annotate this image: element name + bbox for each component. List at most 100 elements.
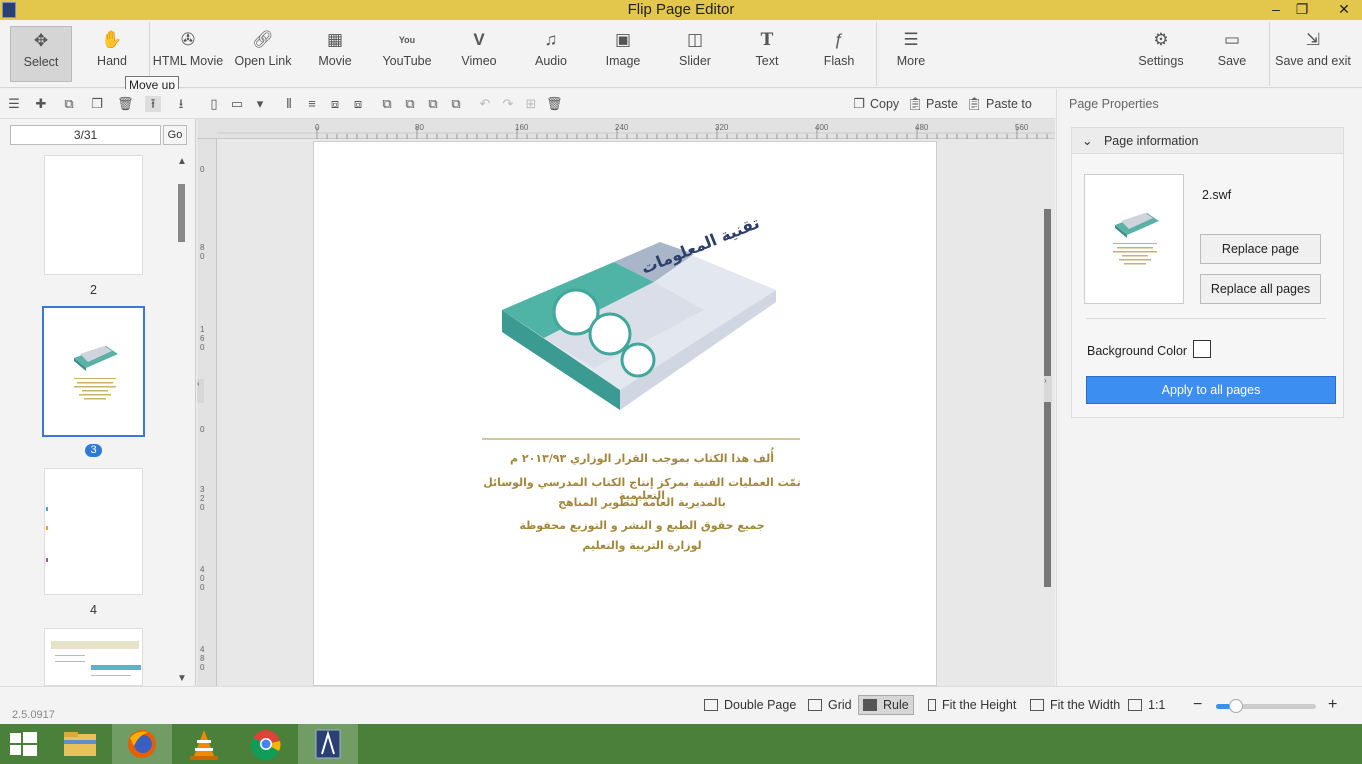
movie-button[interactable]: ▦ Movie bbox=[308, 26, 362, 82]
pages-scrollbar[interactable]: ▲ ▼ bbox=[176, 156, 187, 684]
actual-size-button[interactable]: 1:1 bbox=[1128, 698, 1165, 712]
open-link-button[interactable]: 🔗︎ Open Link bbox=[230, 26, 296, 82]
hand-tool-button[interactable]: ✋ Hand bbox=[86, 26, 138, 82]
book-cover-image[interactable]: تقنية المعلومات bbox=[314, 142, 938, 442]
save-and-exit-button[interactable]: ⇲ Save and exit bbox=[1274, 26, 1352, 82]
scroll-down-icon[interactable]: ▼ bbox=[177, 673, 187, 684]
actual-size-icon bbox=[1128, 699, 1142, 711]
zoom-in-button[interactable]: + bbox=[1328, 696, 1337, 714]
text-icon: T bbox=[760, 30, 774, 50]
copy-page-icon[interactable]: ❐ bbox=[89, 96, 105, 112]
paste-to-icon: 📋︎ bbox=[966, 96, 983, 111]
page-thumb-5[interactable] bbox=[44, 628, 143, 686]
paste-to-button[interactable]: Paste to bbox=[986, 97, 1032, 111]
image-button[interactable]: ▣ Image bbox=[598, 26, 648, 82]
page-thumb-4[interactable] bbox=[44, 468, 143, 595]
save-label: Save bbox=[1217, 54, 1247, 68]
vimeo-icon: V bbox=[473, 30, 485, 49]
page-thumb-2[interactable] bbox=[44, 155, 143, 275]
distribute-h-icon[interactable]: ⫴ bbox=[281, 96, 297, 112]
double-page-button[interactable]: Double Page bbox=[704, 698, 796, 712]
book-text-line: أُلف هذا الكتاب بموجب القرار الوزاري ٢٠١… bbox=[510, 452, 774, 465]
zoom-slider[interactable] bbox=[1216, 699, 1316, 713]
list-icon[interactable]: ☰ bbox=[6, 96, 22, 112]
collapse-right-handle[interactable]: › bbox=[1044, 376, 1052, 402]
paste-button[interactable]: Paste bbox=[926, 97, 958, 111]
section-header[interactable]: ⌄ Page information bbox=[1072, 128, 1343, 154]
go-button[interactable]: Go bbox=[163, 125, 187, 145]
align-center-icon[interactable]: ▭ bbox=[229, 96, 245, 112]
trash-icon[interactable]: 🗑︎ bbox=[546, 96, 563, 112]
youtube-button[interactable]: You YouTube bbox=[378, 26, 436, 82]
rule-button[interactable]: Rule bbox=[858, 695, 914, 715]
move-up-icon[interactable]: ⭱ bbox=[145, 96, 161, 112]
bring-front-icon[interactable]: ⧉ bbox=[379, 96, 395, 112]
chrome-taskbar[interactable] bbox=[236, 724, 296, 764]
save-and-exit-label: Save and exit bbox=[1275, 54, 1351, 68]
save-button[interactable]: ▭ Save bbox=[1208, 26, 1256, 82]
page-thumb-3[interactable] bbox=[42, 306, 145, 437]
page-canvas[interactable]: تقنية المعلومات أُلف هذا الكتاب بموجب ال… bbox=[313, 141, 937, 686]
collapse-left-handle[interactable]: ‹ bbox=[197, 379, 204, 403]
same-height-icon[interactable]: ⧈ bbox=[350, 96, 366, 112]
canvas-area: 0 80 160 240 320 400 480 560 0 8 0 1 6 0… bbox=[197, 119, 1055, 686]
image-icon: ▣ bbox=[614, 30, 632, 49]
background-color-swatch[interactable] bbox=[1193, 340, 1211, 358]
zoom-out-button[interactable]: − bbox=[1193, 696, 1202, 714]
vlc-icon bbox=[190, 730, 218, 760]
scroll-thumb[interactable] bbox=[178, 184, 185, 242]
move-down-icon[interactable]: ⭳ bbox=[173, 96, 189, 112]
flash-button[interactable]: ƒ Flash bbox=[814, 26, 864, 82]
fit-width-button[interactable]: Fit the Width bbox=[1030, 698, 1120, 712]
text-button[interactable]: T Text bbox=[742, 26, 792, 82]
firefox-taskbar[interactable] bbox=[112, 724, 172, 764]
vimeo-button[interactable]: V Vimeo bbox=[452, 26, 506, 82]
ruler-number: 3 2 0 bbox=[200, 485, 205, 512]
history-icon[interactable]: ⊞ bbox=[523, 96, 539, 112]
ruler-number: 0 bbox=[315, 123, 320, 132]
html-movie-button[interactable]: ✇ HTML Movie bbox=[152, 26, 224, 82]
send-back-icon[interactable]: ⧉ bbox=[448, 96, 464, 112]
page-thumb-label: 2 bbox=[90, 283, 97, 297]
vimeo-label: Vimeo bbox=[461, 54, 497, 68]
bring-forward-icon[interactable]: ⧉ bbox=[402, 96, 418, 112]
align-left-icon[interactable]: ▯ bbox=[206, 96, 222, 112]
minimize-button[interactable]: – bbox=[1262, 0, 1290, 20]
delete-page-icon[interactable]: 🗑︎ bbox=[117, 96, 134, 112]
add-page-icon[interactable]: ✚ bbox=[33, 96, 49, 112]
close-button[interactable]: ✕ bbox=[1326, 0, 1362, 20]
youtube-icon: You bbox=[398, 35, 416, 45]
redo-icon[interactable]: ↷ bbox=[500, 96, 516, 112]
replace-all-pages-button[interactable]: Replace all pages bbox=[1200, 274, 1321, 304]
film-reel-icon: ✇ bbox=[180, 30, 196, 49]
grid-icon bbox=[808, 699, 822, 711]
replace-page-button[interactable]: Replace page bbox=[1200, 234, 1321, 264]
settings-button[interactable]: ⚙ Settings bbox=[1134, 26, 1188, 82]
audio-button[interactable]: ♫ Audio bbox=[526, 26, 576, 82]
distribute-v-icon[interactable]: ≡ bbox=[304, 96, 320, 112]
zoom-slider-knob[interactable] bbox=[1229, 699, 1243, 713]
grid-button[interactable]: Grid bbox=[808, 698, 852, 712]
scroll-up-icon[interactable]: ▲ bbox=[177, 156, 187, 167]
toolbar-divider bbox=[876, 22, 877, 86]
select-tool-button[interactable]: ✥ Select bbox=[10, 26, 72, 82]
main-toolbar: ✥ Select ✋ Hand ✇ HTML Movie 🔗︎ Open Lin… bbox=[0, 20, 1362, 88]
send-backward-icon[interactable]: ⧉ bbox=[425, 96, 441, 112]
file-explorer-taskbar[interactable] bbox=[50, 724, 110, 764]
vlc-taskbar[interactable] bbox=[174, 724, 234, 764]
slider-icon: ◫ bbox=[686, 30, 704, 49]
align-bottom-icon[interactable]: ▾ bbox=[252, 96, 268, 112]
page-number-input[interactable]: 3/31 bbox=[10, 125, 161, 145]
page-information-section: ⌄ Page information 2.swf Replace page Re… bbox=[1071, 127, 1344, 418]
flip-editor-taskbar[interactable] bbox=[298, 724, 358, 764]
apply-to-all-pages-button[interactable]: Apply to all pages bbox=[1086, 376, 1336, 404]
undo-icon[interactable]: ↶ bbox=[477, 96, 493, 112]
copy-button[interactable]: Copy bbox=[870, 97, 899, 111]
maximize-button[interactable]: ❐ bbox=[1288, 0, 1316, 20]
ruler-number: 560 bbox=[1015, 123, 1029, 132]
more-button[interactable]: ☰ More bbox=[886, 26, 936, 82]
fit-height-button[interactable]: Fit the Height bbox=[928, 698, 1016, 712]
slider-button[interactable]: ◫ Slider bbox=[670, 26, 720, 82]
same-width-icon[interactable]: ⧈ bbox=[327, 96, 343, 112]
duplicate-icon[interactable]: ⧉ bbox=[61, 96, 77, 112]
